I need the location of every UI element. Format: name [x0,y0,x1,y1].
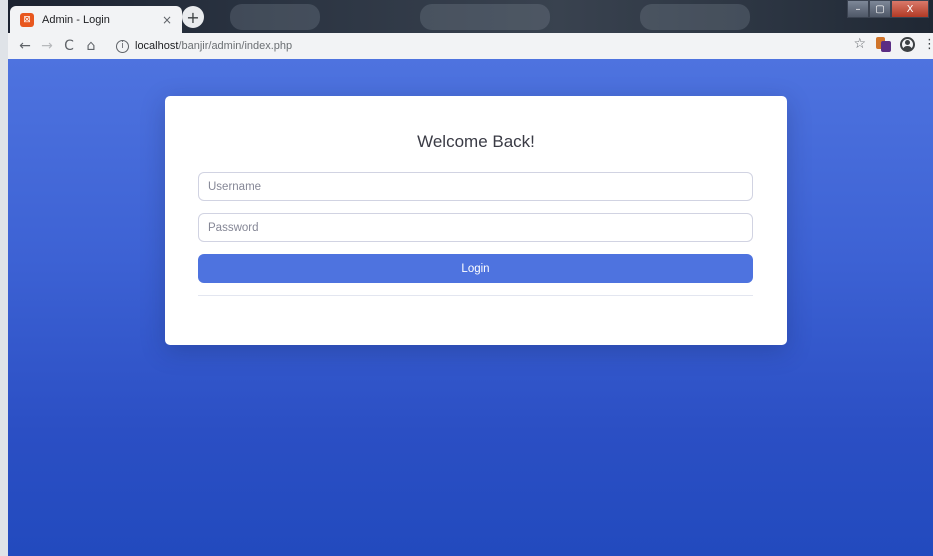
forward-button[interactable]: → [36,35,58,57]
window-frame [0,0,8,556]
maximize-button[interactable]: ▢ [869,0,891,18]
tabstrip-background [640,4,750,30]
new-tab-button[interactable]: + [182,6,204,28]
url-host: localhost [135,40,179,52]
username-input[interactable] [198,172,753,201]
page-viewport: Welcome Back! Login [8,59,933,556]
browser-toolbar: ← → C ⌂ i localhost/banjir/admin/index.p… [8,33,933,59]
browser-window: ⊠ Admin - Login × + – ▢ X ← → C ⌂ i loca… [0,0,933,556]
tabstrip-background [420,4,550,30]
password-input[interactable] [198,213,753,242]
bookmark-star-icon[interactable]: ☆ [853,36,866,52]
home-button[interactable]: ⌂ [80,35,102,57]
close-tab-icon[interactable]: × [160,13,174,27]
url-path: /banjir/admin/index.php [178,40,293,52]
address-bar[interactable]: i localhost/banjir/admin/index.php [110,35,828,57]
menu-dots-icon[interactable]: ⋮ [923,37,933,52]
extension-icon[interactable] [874,35,892,53]
login-button[interactable]: Login [198,254,753,283]
tab-admin-login[interactable]: ⊠ Admin - Login × [10,6,182,33]
close-window-button[interactable]: X [891,0,929,18]
xampp-favicon-icon: ⊠ [20,12,34,27]
tabstrip-background [230,4,320,30]
extension-icon-part [881,41,891,52]
minimize-button[interactable]: – [847,0,869,18]
info-icon[interactable]: i [116,39,129,53]
reload-button[interactable]: C [58,35,80,57]
toolbar-actions: ☆ ⋮ [853,35,933,53]
window-controls: – ▢ X [847,0,929,18]
profile-icon[interactable] [900,36,915,52]
back-button[interactable]: ← [14,35,36,57]
login-card: Welcome Back! Login [165,96,787,345]
tab-title: Admin - Login [42,13,110,26]
divider [198,295,753,296]
page-title: Welcome Back! [417,132,535,151]
